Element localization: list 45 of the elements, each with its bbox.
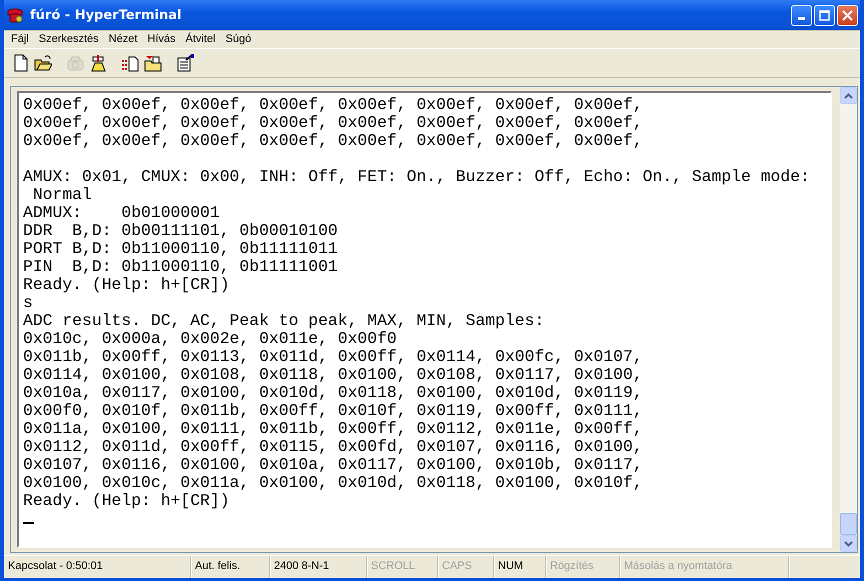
maximize-icon xyxy=(819,10,830,20)
text-cursor xyxy=(23,522,34,524)
status-field: CAPS xyxy=(438,556,494,578)
window-title: fúró - HyperTerminal xyxy=(30,8,182,22)
terminal-line: 0x00ef, 0x00ef, 0x00ef, 0x00ef, 0x00ef, 0x00ef, 0x00ef, 0x00ef, xyxy=(23,132,643,150)
terminal-line: 0x00ef, 0x00ef, 0x00ef, 0x00ef, 0x00ef, 0x00ef, 0x00ef, 0x00ef, xyxy=(23,114,643,132)
terminal-line: 0x0107, 0x0116, 0x0100, 0x010a, 0x0117, 0x0100, 0x010b, 0x0117, xyxy=(23,456,643,474)
terminal-line: 0x010c, 0x000a, 0x002e, 0x011e, 0x00f0 xyxy=(23,330,397,348)
terminal-line: 0x00f0, 0x010f, 0x011b, 0x00ff, 0x010f, 0x0119, 0x00ff, 0x0111, xyxy=(23,402,643,420)
terminal-line: PIN B,D: 0b11000110, 0b11111001 xyxy=(23,258,338,276)
terminal-line: 0x0112, 0x011d, 0x00ff, 0x0115, 0x00fd, 0x0107, 0x0116, 0x0100, xyxy=(23,438,643,456)
menu-item[interactable]: Fájl xyxy=(6,33,34,45)
terminal-line: 0x010a, 0x0117, 0x0100, 0x010d, 0x0118, 0x0100, 0x010d, 0x0119, xyxy=(23,384,643,402)
status-field: 2400 8-N-1 xyxy=(270,556,367,578)
terminal-line: ADMUX: 0b01000001 xyxy=(23,204,220,222)
terminal-line: 0x0114, 0x0100, 0x0108, 0x0118, 0x0100, 0x0108, 0x0117, 0x0100, xyxy=(23,366,643,384)
terminal-line: ADC results. DC, AC, Peak to peak, MAX, MIN, Samples: xyxy=(23,312,544,330)
close-button[interactable] xyxy=(837,4,858,26)
minimize-button[interactable] xyxy=(791,4,812,26)
terminal-line: PORT B,D: 0b11000110, 0b11111011 xyxy=(23,240,338,258)
menu-item[interactable]: Hívás xyxy=(142,33,181,45)
status-field: Kapcsolat - 0:50:01 xyxy=(4,556,191,578)
terminal-line: Ready. (Help: h+[CR]) xyxy=(23,276,230,294)
terminal-line: s xyxy=(23,294,33,312)
terminal-line: 0x00ef, 0x00ef, 0x00ef, 0x00ef, 0x00ef, 0x00ef, 0x00ef, 0x00ef, xyxy=(23,96,643,114)
maximize-button[interactable] xyxy=(814,4,835,26)
terminal-line: 0x0100, 0x010c, 0x011a, 0x0100, 0x010d, 0x0118, 0x0100, 0x010f, xyxy=(23,474,643,492)
terminal-line: 0x011b, 0x00ff, 0x0113, 0x011d, 0x00ff, 0x0114, 0x00fc, 0x0107, xyxy=(23,348,643,366)
close-icon xyxy=(842,10,853,20)
status-field: Másolás a nyomtatóra xyxy=(620,556,789,578)
terminal-line: Normal xyxy=(32,186,92,204)
terminal-line: AMUX: 0x01, CMUX: 0x00, INH: Off, FET: On., Buzzer: Off, Echo: On., Sample mode: xyxy=(23,168,810,186)
terminal-line: DDR B,D: 0b00111101, 0b00010100 xyxy=(23,222,338,240)
menu-item[interactable]: Átvitel xyxy=(180,33,220,45)
status-field: SCROLL xyxy=(367,556,438,578)
menu-item[interactable]: Súgó xyxy=(220,33,256,45)
status-field: Aut. felis. xyxy=(191,556,270,578)
status-field: NUM xyxy=(494,556,546,578)
menu-item[interactable]: Nézet xyxy=(104,33,142,45)
terminal-line: 0x011a, 0x0100, 0x0111, 0x011b, 0x00ff, 0x0112, 0x011e, 0x00ff, xyxy=(23,420,643,438)
minimize-icon xyxy=(798,17,805,20)
terminal-line: Ready. (Help: h+[CR]) xyxy=(23,492,230,510)
menu-item[interactable]: Szerkesztés xyxy=(34,33,104,45)
status-field: Rögzítés xyxy=(546,556,620,578)
scroll-bar[interactable] xyxy=(840,87,857,552)
